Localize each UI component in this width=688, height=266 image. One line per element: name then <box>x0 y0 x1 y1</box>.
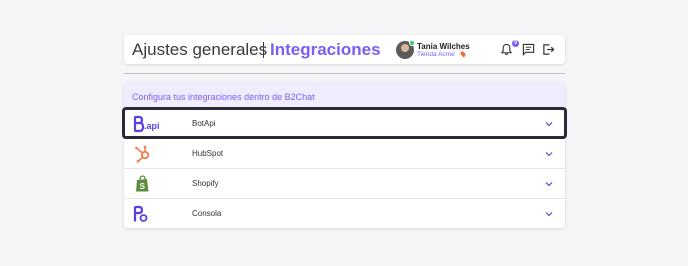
chevron-down-icon[interactable] <box>544 119 554 129</box>
user-name: Tania Wilches <box>417 42 470 51</box>
integration-label: HubSpot <box>192 149 224 158</box>
integrations-panel: Configura tus integraciones dentro de B2… <box>124 82 565 228</box>
section-divider <box>124 73 565 74</box>
location-pin-icon <box>459 50 467 58</box>
integration-row-botapi[interactable]: .api BotApi <box>124 108 565 138</box>
panel-header: Configura tus integraciones dentro de B2… <box>124 82 565 108</box>
chat-icon[interactable] <box>522 43 535 56</box>
top-bar: Ajustes generales Integraciones Tania Wi… <box>124 35 565 64</box>
integration-label: BotApi <box>192 119 216 128</box>
integration-row-hubspot[interactable]: HubSpot <box>124 138 565 168</box>
hubspot-logo <box>135 145 150 163</box>
svg-text:.api: .api <box>144 121 160 131</box>
panel-title: Configura tus integraciones dentro de B2… <box>132 92 315 102</box>
integration-label: Shopify <box>192 179 219 188</box>
integration-row-consola[interactable]: Consola <box>124 198 565 228</box>
chevron-down-icon[interactable] <box>544 179 554 189</box>
svg-text:S: S <box>140 182 146 191</box>
shopify-logo: S <box>136 175 149 192</box>
integration-label: Consola <box>192 209 222 218</box>
chevron-down-icon[interactable] <box>544 209 554 219</box>
integration-row-shopify[interactable]: S Shopify <box>124 168 565 198</box>
botapi-logo: .api <box>133 115 160 133</box>
user-org: Tienda Acme <box>417 51 455 58</box>
online-status-dot <box>409 40 415 46</box>
chevron-down-icon[interactable] <box>544 149 554 159</box>
notification-badge: 9 <box>512 40 519 47</box>
breadcrumb-current: Integraciones <box>270 40 381 59</box>
logout-icon[interactable] <box>542 43 555 56</box>
title-separator <box>263 42 264 58</box>
page-title: Ajustes generales <box>132 40 268 59</box>
consola-logo <box>133 205 148 222</box>
bell-icon[interactable] <box>500 43 513 56</box>
